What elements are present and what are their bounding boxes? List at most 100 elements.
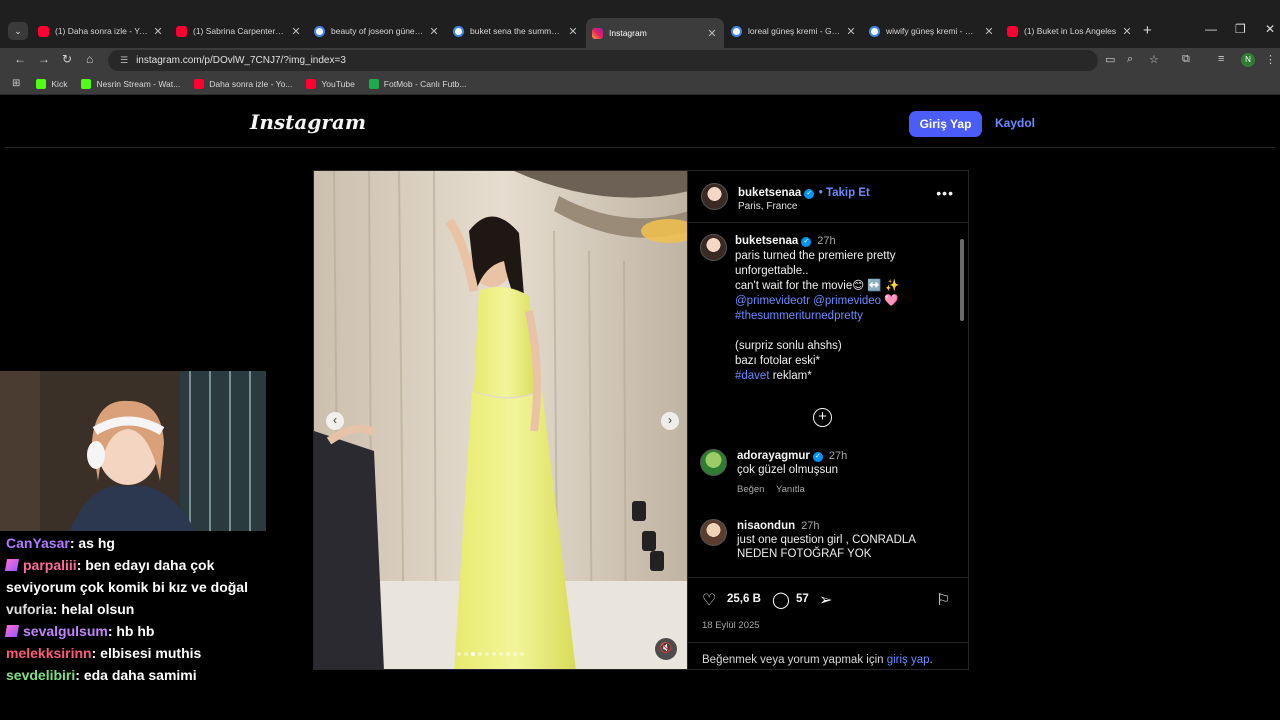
site-info-icon[interactable]: ☰	[120, 55, 128, 66]
chat-username[interactable]: sevalgulsum	[23, 623, 108, 639]
bookmark-item[interactable]: Kick	[36, 78, 67, 89]
signup-link[interactable]: Kaydol	[995, 116, 1035, 130]
comments-list[interactable]: buketsenaa ✓ 27h paris turned the premiere…	[688, 224, 968, 576]
mention-link[interactable]: @primevideotr	[735, 295, 810, 307]
hashtag-link[interactable]: #thesummeriturnedpretty	[735, 310, 863, 322]
browser-tab[interactable]: Instagram ✕	[586, 18, 724, 48]
carousel-dot	[464, 652, 468, 656]
new-tab-icon[interactable]: +	[1143, 22, 1152, 39]
comment-avatar[interactable]	[700, 449, 727, 476]
tab-search-icon[interactable]: ⌄	[8, 22, 28, 40]
carousel-dot	[485, 652, 489, 656]
login-prompt: Beğenmek veya yorum yapmak için giriş ya…	[688, 642, 968, 666]
post-photo[interactable]: ‹ › 🔇	[313, 170, 688, 670]
like-count[interactable]: 25,6 B	[727, 593, 761, 605]
zoom-icon[interactable]: ⌕	[1127, 53, 1133, 66]
like-heart-icon[interactable]: ♡	[702, 590, 716, 610]
share-icon[interactable]: ➢	[819, 590, 832, 610]
chat-message: melekksirinn: elbisesi muthis	[0, 642, 270, 664]
caption-username[interactable]: buketsenaa	[735, 235, 798, 247]
carousel-prev-icon[interactable]: ‹	[326, 412, 344, 430]
chat-username[interactable]: vuforia	[6, 601, 53, 617]
like-comment-button[interactable]: Beğen	[737, 484, 764, 495]
apps-grid-icon[interactable]: ⊞	[12, 78, 20, 89]
hashtag-link[interactable]: #davet	[735, 370, 770, 382]
browser-tab[interactable]: (1) Daha sonra izle - YouTube ✕	[32, 18, 170, 44]
bookmark-star-icon[interactable]: ☆	[1149, 53, 1159, 66]
kick-icon	[36, 78, 47, 89]
reply-button[interactable]: Yanıtla	[776, 484, 805, 495]
bookmark-label: Daha sonra izle - Yo...	[209, 78, 293, 89]
instagram-logo[interactable]: Instagram	[250, 110, 366, 134]
comment-username[interactable]: nisaondun	[737, 520, 795, 532]
scrollbar-thumb[interactable]	[960, 239, 964, 321]
home-icon[interactable]: ⌂	[86, 52, 93, 66]
close-tab-icon[interactable]: ✕	[1121, 25, 1133, 38]
mention-link[interactable]: @primevideo	[813, 295, 881, 307]
tab-title: buket sena the summer i turned	[470, 26, 563, 36]
restore-icon[interactable]: ❐	[1235, 22, 1246, 36]
carousel-next-icon[interactable]: ›	[661, 412, 679, 430]
login-prompt-link[interactable]: giriş yap	[887, 654, 930, 666]
address-bar[interactable]: ☰ instagram.com/p/DOvlW_7CNJ7/?img_index…	[108, 50, 1098, 71]
minimize-icon[interactable]: —	[1205, 22, 1217, 36]
bookmark-item[interactable]: YouTube	[306, 78, 355, 89]
carousel-dot	[499, 652, 503, 656]
youtube-icon	[176, 25, 187, 37]
post-photo-image	[314, 171, 687, 669]
close-window-icon[interactable]: ✕	[1265, 22, 1275, 36]
bookmark-item[interactable]: Nesrin Stream - Wat...	[81, 78, 180, 89]
back-icon[interactable]: ←	[14, 52, 26, 66]
youtube-icon	[194, 78, 205, 89]
chat-username[interactable]: sevdelibiri	[6, 667, 75, 683]
forward-icon[interactable]: →	[38, 52, 50, 66]
close-tab-icon[interactable]: ✕	[706, 27, 718, 40]
comment-item: nisaondun 27h just one question girl , CO…	[700, 519, 950, 561]
close-tab-icon[interactable]: ✕	[152, 25, 164, 38]
browser-toolbar: ← → ↻ ⌂ ☰ instagram.com/p/DOvlW_7CNJ7/?i…	[0, 48, 1280, 73]
post-location[interactable]: Paris, France	[738, 201, 870, 212]
login-button[interactable]: Giriş Yap	[909, 111, 982, 137]
browser-tab[interactable]: buket sena the summer i turned ✕	[447, 18, 585, 44]
youtube-icon	[306, 78, 317, 89]
carousel-indicator	[457, 652, 524, 656]
close-tab-icon[interactable]: ✕	[983, 25, 995, 38]
bookmark-item[interactable]: Daha sonra izle - Yo...	[194, 78, 293, 89]
load-more-comments-icon[interactable]: +	[813, 408, 832, 427]
more-options-icon[interactable]: •••	[936, 185, 954, 201]
browser-tab[interactable]: (1) Buket in Los Angeles ✕	[1001, 18, 1139, 44]
browser-tab[interactable]: wiwify güneş kremi - Google ✕	[863, 18, 1001, 44]
media-control-icon[interactable]: ≡	[1218, 53, 1224, 65]
bookmark-item[interactable]: FotMob - Canlı Futb...	[368, 78, 466, 89]
comment-bubble-icon[interactable]: ◯	[772, 590, 790, 610]
chat-username[interactable]: melekksirinn	[6, 645, 92, 661]
close-tab-icon[interactable]: ✕	[428, 25, 440, 38]
comment-avatar[interactable]	[700, 519, 727, 546]
close-tab-icon[interactable]: ✕	[845, 25, 857, 38]
close-tab-icon[interactable]: ✕	[290, 25, 302, 38]
browser-tab[interactable]: (1) Sabrina Carpenter - Espresso ✕	[170, 18, 308, 44]
comment-username[interactable]: adorayagmur	[737, 450, 810, 462]
login-prompt-text: Beğenmek veya yorum yapmak için	[702, 654, 887, 666]
save-bookmark-icon[interactable]: ⚐	[936, 590, 950, 610]
install-app-icon[interactable]: ▭	[1105, 53, 1115, 66]
comment-text: çok güzel olmuşsun	[737, 464, 838, 476]
close-tab-icon[interactable]: ✕	[567, 25, 579, 38]
browser-tab[interactable]: beauty of joseon güneş kremi ✕	[308, 18, 446, 44]
menu-icon[interactable]: ⋮	[1265, 53, 1276, 66]
author-avatar[interactable]	[701, 183, 728, 210]
tab-title: beauty of joseon güneş kremi	[331, 26, 424, 36]
chat-username[interactable]: parpaliii	[23, 557, 77, 573]
mute-icon[interactable]: 🔇	[655, 638, 677, 660]
extensions-icon[interactable]: ⧉	[1182, 53, 1190, 66]
reload-icon[interactable]: ↻	[62, 52, 72, 66]
comment-time: 27h	[801, 520, 820, 532]
chat-username[interactable]: CanYasar	[6, 535, 70, 551]
profile-avatar[interactable]: N	[1241, 53, 1255, 67]
caption-avatar[interactable]	[700, 234, 727, 261]
browser-tab[interactable]: loreal güneş kremi - Google ✕	[725, 18, 863, 44]
comments-scrollbar[interactable]	[959, 229, 965, 573]
follow-button[interactable]: • Takip Et	[819, 187, 870, 199]
author-username[interactable]: buketsenaa	[738, 187, 801, 199]
bookmarks-bar: ⊞ Kick Nesrin Stream - Wat... Daha sonra i…	[0, 73, 1280, 95]
